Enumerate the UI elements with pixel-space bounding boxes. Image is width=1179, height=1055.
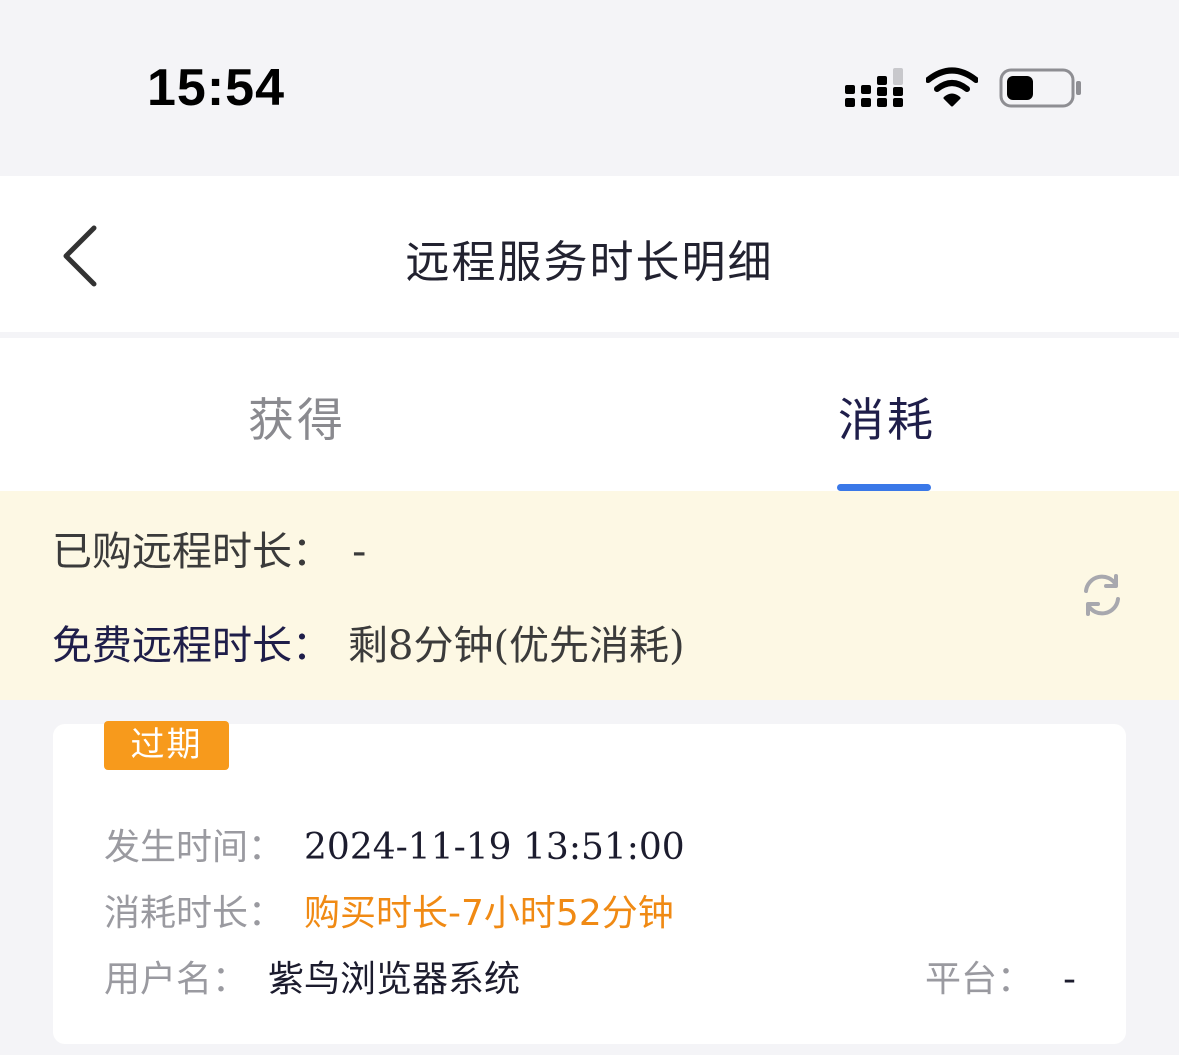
record-duration-label: 消耗时长： [104, 893, 285, 934]
duration-summary-banner: 已购远程时长： - 免费远程时长： 剩8分钟(优先消耗) [0, 491, 1179, 700]
purchased-duration-row: 已购远程时长： - [52, 519, 366, 577]
purchased-duration-label: 已购远程时长： [52, 529, 332, 575]
page-title: 远程服务时长明细 [405, 237, 774, 288]
battery-icon [999, 68, 1081, 108]
tab-consume[interactable]: 消耗 [838, 384, 936, 450]
record-time-row: 发生时间： 2024-11-19 13:51:00 [104, 818, 685, 870]
tab-earn[interactable]: 获得 [248, 384, 346, 450]
status-badge: 过期 [104, 721, 229, 770]
purchased-duration-value: - [352, 529, 367, 575]
record-duration-row: 消耗时长： 购买时长-7小时52分钟 [104, 884, 674, 936]
free-duration-label: 免费远程时长： [52, 623, 332, 669]
tab-bar: 获得 消耗 [0, 338, 1179, 491]
record-platform-label: 平台： [924, 959, 1033, 1000]
free-duration-row: 免费远程时长： 剩8分钟(优先消耗) [52, 613, 685, 671]
record-card: 过期 发生时间： 2024-11-19 13:51:00 消耗时长： 购买时长-7小… [53, 721, 1126, 1044]
nav-bar: 远程服务时长明细 [0, 176, 1179, 332]
record-user-row: 用户名： 紫鸟浏览器系统 [104, 950, 520, 1002]
free-duration-value: 剩8分钟(优先消耗) [348, 623, 685, 669]
record-duration-value: 购买时长-7小时52分钟 [304, 893, 674, 934]
status-bar: 15:54 [0, 0, 1179, 176]
record-user-value: 紫鸟浏览器系统 [268, 959, 521, 1000]
record-platform: 平台： - [925, 950, 1076, 1002]
status-time: 15:54 [147, 59, 285, 117]
record-time-value: 2024-11-19 13:51:00 [304, 827, 685, 868]
refresh-icon[interactable] [1080, 571, 1124, 619]
record-time-label: 发生时间： [104, 827, 285, 868]
cellular-signal-icon [845, 68, 903, 107]
active-tab-indicator [837, 484, 931, 491]
wifi-icon [926, 67, 978, 107]
record-user-label: 用户名： [104, 959, 249, 1000]
record-platform-value: - [1063, 959, 1076, 1000]
